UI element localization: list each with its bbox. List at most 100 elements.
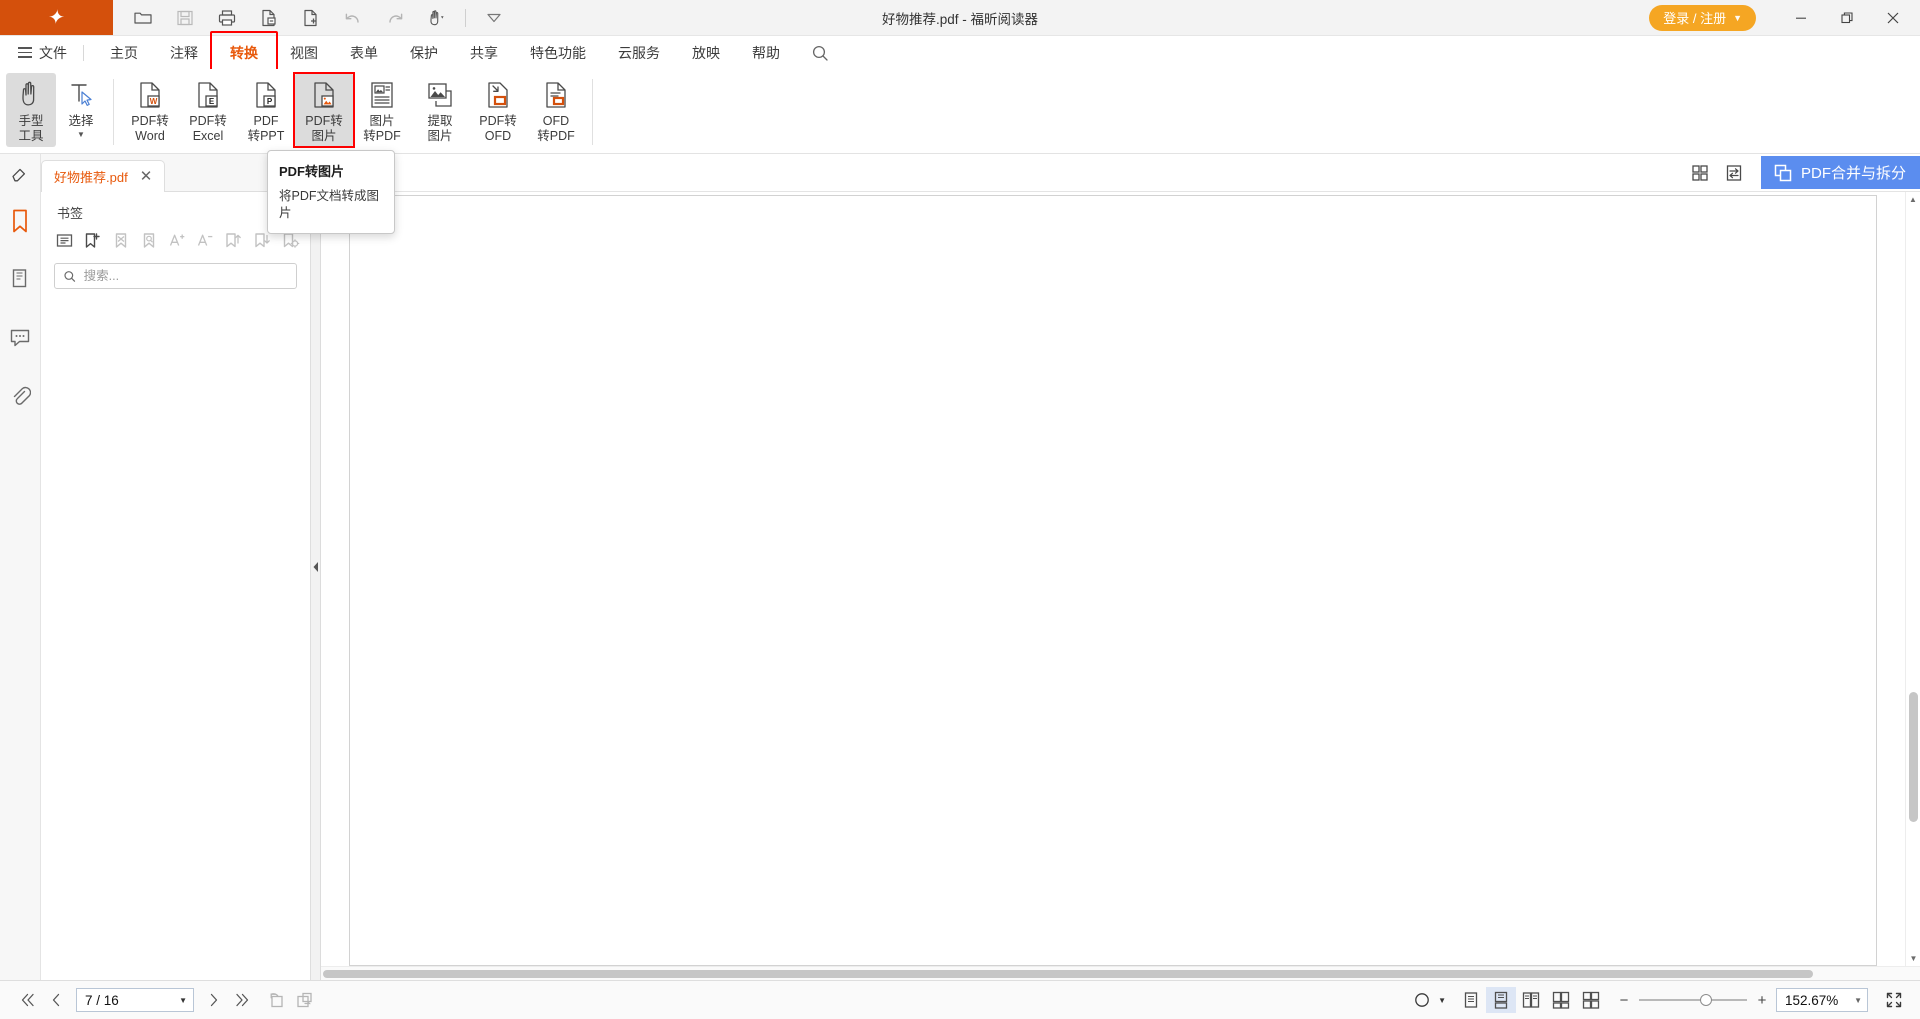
- font-increase-icon: [168, 231, 187, 250]
- close-icon[interactable]: ✕: [138, 169, 155, 184]
- menu-form[interactable]: 表单: [334, 39, 394, 67]
- fullscreen-button[interactable]: [1880, 987, 1908, 1013]
- zoom-in-button[interactable]: +: [1756, 992, 1768, 1009]
- svg-text:W: W: [150, 97, 158, 106]
- page-number-field[interactable]: 7 / 16 ▼: [76, 988, 194, 1012]
- open-file-button[interactable]: [123, 1, 163, 35]
- ribbon-pdf-to-image-label: PDF转 图片: [305, 114, 343, 145]
- ribbon-pdf-to-excel[interactable]: E PDF转 Excel: [179, 73, 237, 147]
- zoom-slider-control[interactable]: − +: [1618, 992, 1768, 1009]
- redo-button[interactable]: [375, 1, 415, 35]
- ribbon-select-tool[interactable]: 选择 ▼: [56, 73, 106, 147]
- search-icon: [810, 43, 830, 63]
- menu-home[interactable]: 主页: [94, 39, 154, 67]
- horizontal-scrollbar[interactable]: [321, 966, 1920, 980]
- compare-button[interactable]: [1717, 158, 1751, 188]
- document-tab[interactable]: 好物推荐.pdf ✕: [41, 160, 165, 192]
- menu-help[interactable]: 帮助: [736, 39, 796, 67]
- left-rail: [0, 154, 41, 980]
- view-single-page[interactable]: [1456, 987, 1486, 1013]
- rail-comments[interactable]: [0, 308, 41, 366]
- night-mode-caret[interactable]: ▼: [1438, 996, 1446, 1005]
- rail-attachments[interactable]: [0, 366, 41, 424]
- hand-icon: [14, 79, 48, 111]
- minimize-button[interactable]: [1778, 0, 1824, 36]
- new-document-button[interactable]: [291, 1, 331, 35]
- ribbon-ofd-to-pdf[interactable]: OFD 转PDF: [527, 73, 585, 147]
- vertical-scroll-thumb[interactable]: [1909, 692, 1918, 822]
- ribbon-pdf-to-image[interactable]: PDF转 图片: [295, 73, 353, 147]
- zoom-level-field[interactable]: 152.67% ▼: [1776, 988, 1868, 1012]
- rail-pages[interactable]: [0, 250, 41, 308]
- hamburger-icon: [18, 47, 32, 58]
- view-continuous[interactable]: [1486, 987, 1516, 1013]
- zoom-out-button[interactable]: −: [1618, 992, 1630, 1009]
- bookmark-search-box[interactable]: [54, 263, 297, 289]
- bookmark-delete-button[interactable]: [109, 228, 132, 252]
- menu-view[interactable]: 视图: [274, 39, 334, 67]
- menu-features[interactable]: 特色功能: [514, 39, 602, 67]
- bookmark-search-input[interactable]: [84, 269, 288, 283]
- close-button[interactable]: [1870, 0, 1916, 36]
- menu-share[interactable]: 共享: [454, 39, 514, 67]
- bookmark-list-button[interactable]: [53, 228, 76, 252]
- first-page-button[interactable]: [14, 987, 42, 1013]
- panel-collapse-handle[interactable]: [311, 154, 321, 980]
- ribbon-image-to-pdf[interactable]: 图片 转PDF: [353, 73, 411, 147]
- customize-toolbar-button[interactable]: [474, 1, 514, 35]
- menu-cloud[interactable]: 云服务: [602, 39, 676, 67]
- night-mode-button[interactable]: [1408, 987, 1436, 1013]
- menu-comment[interactable]: 注释: [154, 39, 214, 67]
- vertical-scrollbar[interactable]: ▲ ▼: [1905, 192, 1920, 966]
- next-page-button[interactable]: [200, 987, 228, 1013]
- caret-down-icon[interactable]: ▼: [1854, 996, 1862, 1005]
- bookmark-panel: 好物推荐.pdf ✕ 书签: [41, 154, 311, 980]
- menu-search-button[interactable]: [810, 43, 830, 63]
- rotate-left-button[interactable]: [262, 987, 290, 1013]
- zoom-slider-track[interactable]: [1639, 999, 1747, 1001]
- menu-convert[interactable]: 转换: [214, 39, 274, 67]
- hand-tool-button[interactable]: [417, 1, 457, 35]
- paperclip-icon: [9, 383, 31, 407]
- ribbon-extract-image-label: 提取 图片: [427, 114, 452, 145]
- horizontal-scroll-thumb[interactable]: [323, 970, 1813, 978]
- new-from-file-button[interactable]: [249, 1, 289, 35]
- rail-eraser-button[interactable]: [0, 154, 40, 192]
- bookmark-font-increase-button[interactable]: [166, 228, 189, 252]
- eraser-icon: [9, 162, 31, 184]
- menu-present[interactable]: 放映: [676, 39, 736, 67]
- ribbon-hand-tool[interactable]: 手型 工具: [6, 73, 56, 147]
- ribbon-extract-image[interactable]: 提取 图片: [411, 73, 469, 147]
- bookmark-add-button[interactable]: [81, 228, 104, 252]
- caret-down-icon[interactable]: ▼: [179, 996, 187, 1005]
- view-four-page[interactable]: [1576, 987, 1606, 1013]
- prev-page-button[interactable]: [42, 987, 70, 1013]
- pdf-merge-split-button[interactable]: PDF合并与拆分: [1761, 156, 1920, 189]
- tooltip-description: 将PDF文档转成图片: [279, 188, 383, 222]
- scroll-down-button[interactable]: ▼: [1906, 951, 1920, 966]
- redo-arrow-icon: [385, 8, 405, 28]
- last-page-button[interactable]: [228, 987, 256, 1013]
- undo-button[interactable]: [333, 1, 373, 35]
- rail-bookmarks[interactable]: [0, 192, 41, 250]
- login-register-button[interactable]: 登录 / 注册 ▼: [1649, 5, 1756, 31]
- bookmark-move-up-button[interactable]: [222, 228, 245, 252]
- print-button[interactable]: [207, 1, 247, 35]
- bookmark-find-button[interactable]: [138, 228, 161, 252]
- chevron-down-icon[interactable]: ▼: [77, 132, 85, 137]
- menu-protect[interactable]: 保护: [394, 39, 454, 67]
- ribbon-pdf-to-word[interactable]: W PDF转 Word: [121, 73, 179, 147]
- ribbon-pdf-to-ofd[interactable]: PDF转 OFD: [469, 73, 527, 147]
- scroll-up-button[interactable]: ▲: [1906, 192, 1920, 207]
- bookmark-font-decrease-button[interactable]: [194, 228, 217, 252]
- restore-button[interactable]: [1824, 0, 1870, 36]
- zoom-slider-knob[interactable]: [1700, 994, 1712, 1006]
- title-bar: ✦: [0, 0, 1920, 36]
- rotate-right-button[interactable]: [290, 987, 318, 1013]
- ribbon-pdf-to-ppt[interactable]: P PDF 转PPT: [237, 73, 295, 147]
- file-menu-button[interactable]: 文件: [12, 40, 73, 66]
- grid-view-button[interactable]: [1683, 158, 1717, 188]
- save-button[interactable]: [165, 1, 205, 35]
- view-two-page[interactable]: [1516, 987, 1546, 1013]
- view-two-page-continuous[interactable]: [1546, 987, 1576, 1013]
